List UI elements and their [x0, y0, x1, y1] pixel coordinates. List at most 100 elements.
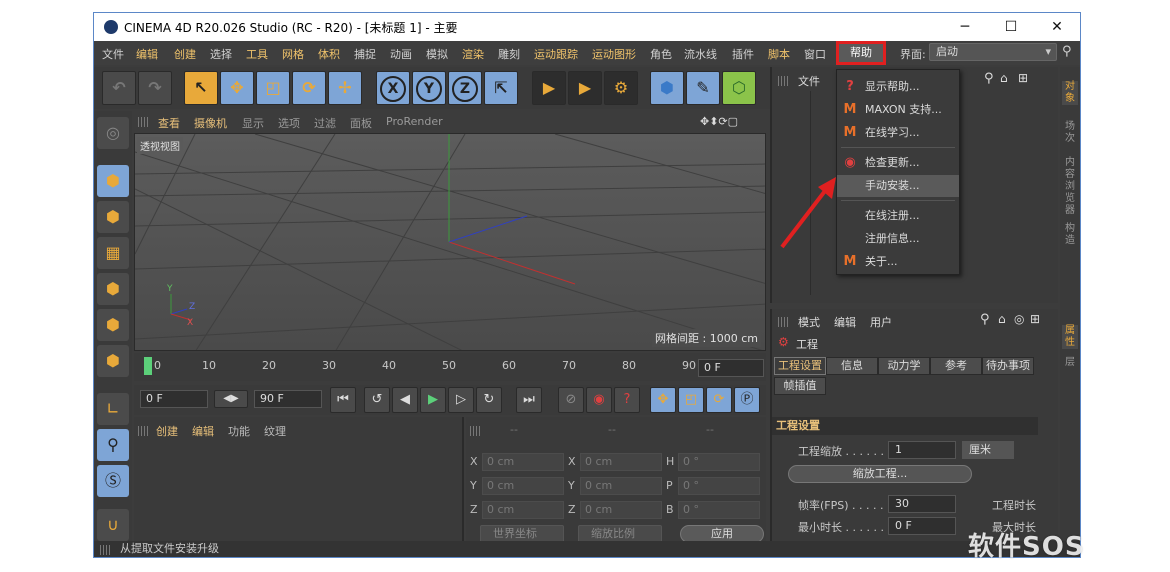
project-scale-unit-select[interactable]: 厘米	[962, 441, 1014, 459]
axis-mode-icon[interactable]: ∟	[97, 393, 129, 425]
keyframe-selection-icon[interactable]: ?	[614, 387, 640, 413]
end-frame-field[interactable]: 90 F	[254, 390, 322, 408]
key-parameter-icon[interactable]: Ⓟ	[734, 387, 760, 413]
home-icon[interactable]: ⌂	[1000, 71, 1008, 85]
model-mode-icon[interactable]: ⬢	[97, 165, 129, 197]
redo-icon[interactable]: ↷	[138, 71, 172, 105]
coord-field[interactable]: 0 °	[678, 453, 760, 471]
tab-content-browser[interactable]: 内容浏览器	[1062, 157, 1078, 217]
attr-search-icon[interactable]: ⚲	[980, 312, 990, 327]
next-key-icon[interactable]: ↻	[476, 387, 502, 413]
menu-animate[interactable]: 动画	[390, 46, 412, 62]
attr-menu-edit[interactable]: 编辑	[834, 314, 856, 330]
minimize-button[interactable]: ─	[942, 15, 988, 39]
help-item-online-learning[interactable]: M 在线学习...	[837, 122, 959, 144]
coord-field[interactable]: 0 cm	[580, 501, 662, 519]
snap-icon[interactable]: Ⓢ	[97, 465, 129, 497]
help-item-maxon-support[interactable]: M MAXON 支持...	[837, 99, 959, 121]
viewport-menu-view[interactable]: 查看	[158, 115, 180, 131]
fps-field[interactable]: 30	[888, 495, 956, 513]
viewport-nav-icon[interactable]: ✥⬍⟳▢	[700, 115, 738, 128]
viewport-menu-filter[interactable]: 过滤	[314, 115, 336, 131]
attr-menu-mode[interactable]: 模式	[798, 314, 820, 330]
cube-object-icon[interactable]: ⬢	[650, 71, 684, 105]
polygons-mode-icon[interactable]: ⬢	[97, 345, 129, 377]
undo-icon[interactable]: ↶	[102, 71, 136, 105]
move-tool-icon[interactable]: ✥	[220, 71, 254, 105]
tab-objects[interactable]: 对象	[1062, 81, 1078, 105]
texture-mode-icon[interactable]: ⬢	[97, 201, 129, 233]
key-position-icon[interactable]: ✥	[650, 387, 676, 413]
menu-file[interactable]: 文件	[102, 46, 124, 62]
timeline-playhead[interactable]	[144, 357, 152, 375]
menu-mograph[interactable]: 运动图形	[592, 46, 636, 62]
menu-script[interactable]: 脚本	[768, 46, 790, 62]
project-scale-field[interactable]: 1	[888, 441, 956, 459]
viewport-menu-panel[interactable]: 面板	[350, 115, 372, 131]
menu-pipeline[interactable]: 流水线	[684, 46, 717, 62]
tab-dynamics[interactable]: 动力学	[878, 357, 930, 375]
coord-field[interactable]: 0 cm	[482, 477, 564, 495]
menu-render[interactable]: 渲染	[462, 46, 484, 62]
coord-field[interactable]: 0 °	[678, 501, 760, 519]
object-menu-file[interactable]: 文件	[798, 73, 820, 89]
panel-grip-icon[interactable]	[138, 426, 148, 436]
help-item-registration-info[interactable]: 注册信息...	[837, 228, 959, 250]
help-item-manual-install[interactable]: 手动安装...	[837, 175, 959, 197]
viewport-menu-cameras[interactable]: 摄像机	[194, 115, 227, 131]
key-rotation-icon[interactable]: ⟳	[706, 387, 732, 413]
next-frame-icon[interactable]: ▷	[448, 387, 474, 413]
tab-layers[interactable]: 层	[1062, 357, 1078, 369]
render-view-icon[interactable]: ▶	[532, 71, 566, 105]
help-item-check-updates[interactable]: ◉ 检查更新...	[837, 152, 959, 174]
menu-volume[interactable]: 体积	[318, 46, 340, 62]
panel-grip-icon[interactable]	[778, 317, 788, 327]
menu-mesh[interactable]: 网格	[282, 46, 304, 62]
coord-field[interactable]: 0 °	[678, 477, 760, 495]
help-item-about[interactable]: M 关于...	[837, 251, 959, 273]
object-search-icon[interactable]: ⚲	[984, 71, 994, 86]
prev-key-icon[interactable]: ↺	[364, 387, 390, 413]
menu-tools[interactable]: 工具	[246, 46, 268, 62]
render-settings-icon[interactable]: ⚙	[604, 71, 638, 105]
pen-spline-icon[interactable]: ✎	[686, 71, 720, 105]
edges-mode-icon[interactable]: ⬢	[97, 309, 129, 341]
coord-field[interactable]: 0 cm	[482, 501, 564, 519]
autokey-icon[interactable]: ◉	[586, 387, 612, 413]
timeline-ruler[interactable]: 0 10 20 30 40 50 60 70 80 90 0 F	[134, 353, 766, 381]
record-disabled-icon[interactable]: ⊘	[558, 387, 584, 413]
tweak-mode-icon[interactable]: ⚲	[97, 429, 129, 461]
menu-help[interactable]: 帮助	[836, 41, 886, 65]
min-time-field[interactable]: 0 F	[888, 517, 956, 535]
coord-field[interactable]: 0 cm	[482, 453, 564, 471]
material-menu-function[interactable]: 功能	[228, 423, 250, 439]
viewport-menu-display[interactable]: 显示	[242, 115, 264, 131]
z-axis-lock-icon[interactable]: Z	[448, 71, 482, 105]
tab-project-settings[interactable]: 工程设置	[774, 357, 826, 375]
x-axis-lock-icon[interactable]: X	[376, 71, 410, 105]
rotate-tool-icon[interactable]: ⟳	[292, 71, 326, 105]
attr-menu-user[interactable]: 用户	[870, 314, 892, 330]
render-picture-viewer-icon[interactable]: ▶	[568, 71, 602, 105]
tab-structure[interactable]: 构造	[1062, 223, 1078, 247]
panel-grip-icon[interactable]	[138, 117, 148, 127]
play-icon[interactable]: ▶	[420, 387, 446, 413]
menu-edit[interactable]: 编辑	[136, 46, 158, 62]
points-mode-icon[interactable]: ⬢	[97, 273, 129, 305]
target-icon[interactable]: ◎	[1014, 312, 1024, 326]
help-item-online-registration[interactable]: 在线注册...	[837, 205, 959, 227]
close-button[interactable]: ✕	[1034, 15, 1080, 39]
panel-grip-icon[interactable]	[470, 426, 480, 436]
go-to-start-icon[interactable]: ⏮	[330, 387, 356, 413]
tab-takes[interactable]: 场次	[1062, 121, 1078, 145]
help-item-show-help[interactable]: ? 显示帮助...	[837, 76, 959, 98]
start-frame-field[interactable]: 0 F	[140, 390, 208, 408]
perspective-viewport[interactable]: 透视视图 Y Z X 网格间距 : 1000 cm	[134, 133, 766, 351]
tab-key-interpolation[interactable]: 帧插值	[774, 377, 826, 395]
prev-frame-icon[interactable]: ◀	[392, 387, 418, 413]
menu-select[interactable]: 选择	[210, 46, 232, 62]
viewport-menu-options[interactable]: 选项	[278, 115, 300, 131]
new-view-icon[interactable]: ⊞	[1018, 71, 1028, 85]
menu-sculpt[interactable]: 雕刻	[498, 46, 520, 62]
workplane-icon[interactable]: ▦	[97, 237, 129, 269]
